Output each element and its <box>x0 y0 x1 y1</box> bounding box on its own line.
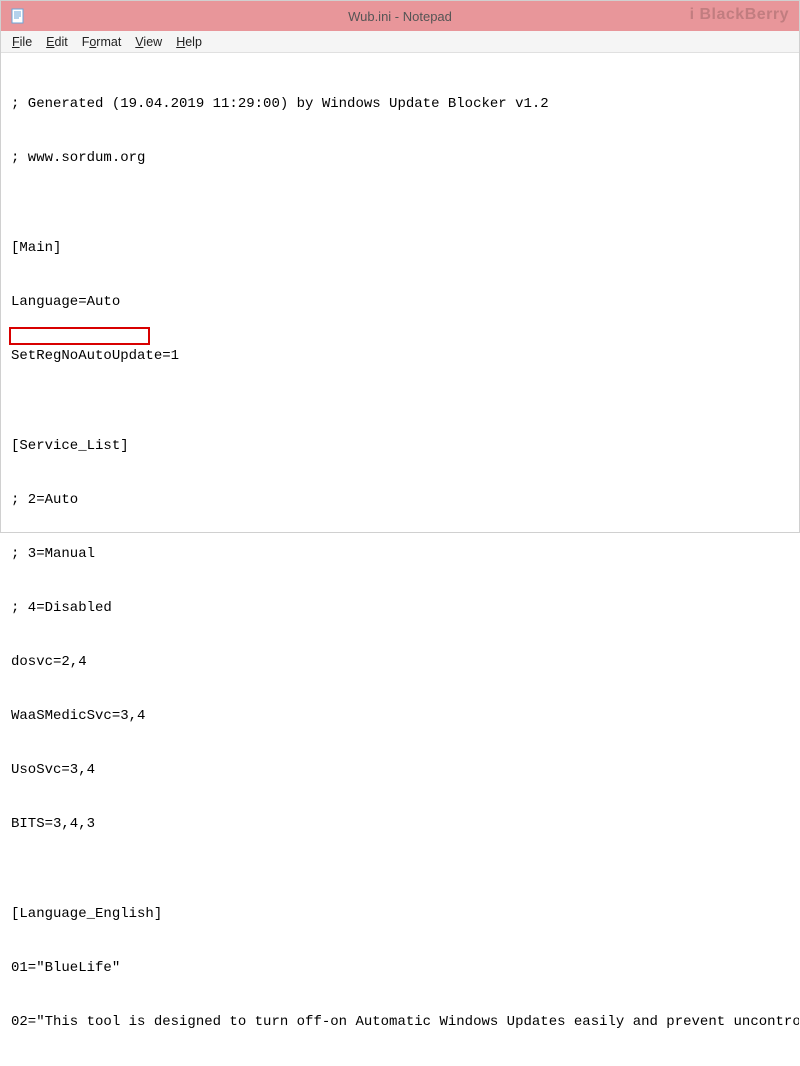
editor-line: ; 3=Manual <box>11 545 789 563</box>
editor-line: UsoSvc=3,4 <box>11 761 789 779</box>
editor-line: ; www.sordum.org <box>11 149 789 167</box>
editor-line: 02="This tool is designed to turn off-on… <box>11 1013 789 1031</box>
menu-view[interactable]: View <box>128 33 169 51</box>
editor-line: SetRegNoAutoUpdate=1 <box>11 347 789 365</box>
editor-line: ; Generated (19.04.2019 11:29:00) by Win… <box>11 95 789 113</box>
menubar: File Edit Format View Help <box>1 31 799 53</box>
watermark-text: i BlackBerry <box>690 6 789 24</box>
window-title: Wub.ini - Notepad <box>348 9 452 24</box>
editor-line: ; 4=Disabled <box>11 599 789 617</box>
notepad-icon <box>7 8 29 24</box>
text-editor[interactable]: ; Generated (19.04.2019 11:29:00) by Win… <box>1 53 799 1066</box>
editor-line: dosvc=2,4 <box>11 653 789 671</box>
highlight-annotation <box>9 327 150 345</box>
editor-line: BITS=3,4,3 <box>11 815 789 833</box>
menu-edit[interactable]: Edit <box>39 33 75 51</box>
editor-line: WaaSMedicSvc=3,4 <box>11 707 789 725</box>
editor-line: [Main] <box>11 239 789 257</box>
titlebar: Wub.ini - Notepad i BlackBerry <box>1 1 799 31</box>
editor-line: [Service_List] <box>11 437 789 455</box>
menu-help[interactable]: Help <box>169 33 209 51</box>
menu-format[interactable]: Format <box>75 33 129 51</box>
menu-file[interactable]: File <box>5 33 39 51</box>
editor-line: [Language_English] <box>11 905 789 923</box>
editor-line: 01="BlueLife" <box>11 959 789 977</box>
editor-line: ; 2=Auto <box>11 491 789 509</box>
editor-line: Language=Auto <box>11 293 789 311</box>
